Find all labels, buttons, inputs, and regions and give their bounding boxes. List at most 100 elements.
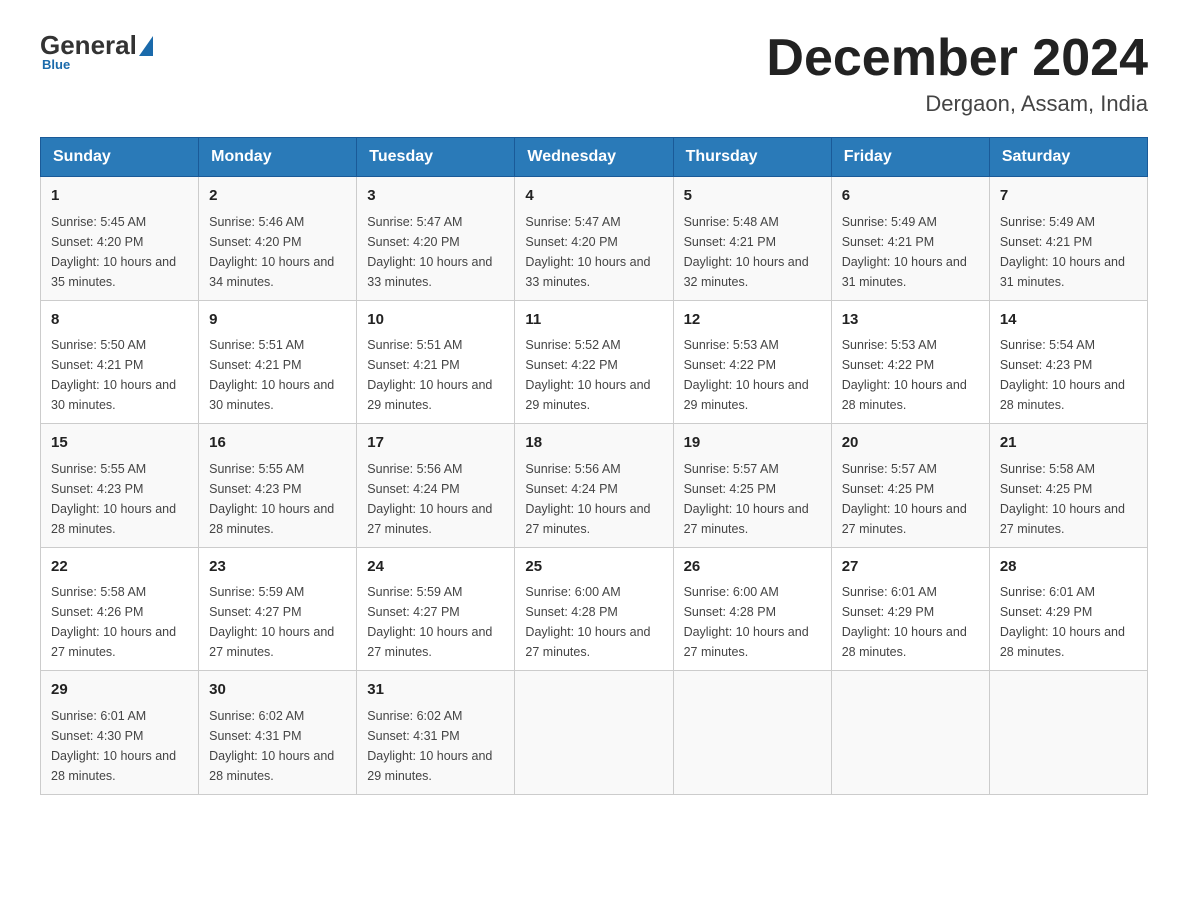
calendar-cell: 31 Sunrise: 6:02 AMSunset: 4:31 PMDayligh…: [357, 671, 515, 795]
day-number: 5: [684, 185, 821, 208]
calendar-cell: 7 Sunrise: 5:49 AMSunset: 4:21 PMDaylight…: [989, 177, 1147, 301]
day-info: Sunrise: 5:46 AMSunset: 4:20 PMDaylight:…: [209, 212, 346, 292]
day-number: 19: [684, 432, 821, 455]
day-info: Sunrise: 5:51 AMSunset: 4:21 PMDaylight:…: [367, 335, 504, 415]
day-number: 17: [367, 432, 504, 455]
calendar-cell: 14Sunrise: 5:54 AMSunset: 4:23 PMDayligh…: [989, 300, 1147, 424]
day-info: Sunrise: 5:56 AMSunset: 4:24 PMDaylight:…: [367, 459, 504, 539]
calendar-cell: 15 Sunrise: 5:55 AMSunset: 4:23 PMDayligh…: [41, 424, 199, 548]
day-number: 16: [209, 432, 346, 455]
day-info: Sunrise: 5:49 AMSunset: 4:21 PMDaylight:…: [842, 212, 979, 292]
day-info: Sunrise: 5:47 AMSunset: 4:20 PMDaylight:…: [525, 212, 662, 292]
day-info: Sunrise: 5:59 AMSunset: 4:27 PMDaylight:…: [367, 582, 504, 662]
calendar-cell: 23 Sunrise: 5:59 AMSunset: 4:27 PMDayligh…: [199, 547, 357, 671]
day-number: 1: [51, 185, 188, 208]
day-number: 29: [51, 679, 188, 702]
calendar-cell: [989, 671, 1147, 795]
calendar-cell: 21Sunrise: 5:58 AMSunset: 4:25 PMDayligh…: [989, 424, 1147, 548]
day-number: 11: [525, 309, 662, 332]
day-info: Sunrise: 5:58 AMSunset: 4:26 PMDaylight:…: [51, 582, 188, 662]
day-info: Sunrise: 5:47 AMSunset: 4:20 PMDaylight:…: [367, 212, 504, 292]
day-number: 31: [367, 679, 504, 702]
calendar-cell: 8Sunrise: 5:50 AMSunset: 4:21 PMDaylight…: [41, 300, 199, 424]
day-info: Sunrise: 6:00 AMSunset: 4:28 PMDaylight:…: [525, 582, 662, 662]
calendar-cell: 6 Sunrise: 5:49 AMSunset: 4:21 PMDaylight…: [831, 177, 989, 301]
calendar-cell: 27 Sunrise: 6:01 AMSunset: 4:29 PMDayligh…: [831, 547, 989, 671]
day-info: Sunrise: 6:00 AMSunset: 4:28 PMDaylight:…: [684, 582, 821, 662]
day-number: 22: [51, 556, 188, 579]
calendar-cell: 20 Sunrise: 5:57 AMSunset: 4:25 PMDayligh…: [831, 424, 989, 548]
day-number: 27: [842, 556, 979, 579]
calendar-week-row: 29 Sunrise: 6:01 AMSunset: 4:30 PMDayligh…: [41, 671, 1148, 795]
day-number: 28: [1000, 556, 1137, 579]
day-number: 8: [51, 309, 188, 332]
month-year-title: December 2024: [766, 30, 1148, 87]
logo-blue-text: Blue: [42, 57, 70, 72]
calendar-cell: 19 Sunrise: 5:57 AMSunset: 4:25 PMDayligh…: [673, 424, 831, 548]
logo-triangle-icon: [139, 36, 153, 56]
calendar-week-row: 22 Sunrise: 5:58 AMSunset: 4:26 PMDayligh…: [41, 547, 1148, 671]
day-number: 12: [684, 309, 821, 332]
day-info: Sunrise: 6:01 AMSunset: 4:30 PMDaylight:…: [51, 706, 188, 786]
calendar-cell: 16Sunrise: 5:55 AMSunset: 4:23 PMDayligh…: [199, 424, 357, 548]
calendar-cell: 29 Sunrise: 6:01 AMSunset: 4:30 PMDayligh…: [41, 671, 199, 795]
day-info: Sunrise: 6:02 AMSunset: 4:31 PMDaylight:…: [367, 706, 504, 786]
day-info: Sunrise: 5:48 AMSunset: 4:21 PMDaylight:…: [684, 212, 821, 292]
day-number: 10: [367, 309, 504, 332]
day-info: Sunrise: 6:02 AMSunset: 4:31 PMDaylight:…: [209, 706, 346, 786]
calendar-cell: 11 Sunrise: 5:52 AMSunset: 4:22 PMDayligh…: [515, 300, 673, 424]
calendar-cell: 4 Sunrise: 5:47 AMSunset: 4:20 PMDaylight…: [515, 177, 673, 301]
day-number: 6: [842, 185, 979, 208]
header-saturday: Saturday: [989, 138, 1147, 177]
calendar-header-row: SundayMondayTuesdayWednesdayThursdayFrid…: [41, 138, 1148, 177]
day-number: 15: [51, 432, 188, 455]
day-info: Sunrise: 5:57 AMSunset: 4:25 PMDaylight:…: [842, 459, 979, 539]
day-info: Sunrise: 5:49 AMSunset: 4:21 PMDaylight:…: [1000, 212, 1137, 292]
calendar-cell: 5 Sunrise: 5:48 AMSunset: 4:21 PMDaylight…: [673, 177, 831, 301]
header-wednesday: Wednesday: [515, 138, 673, 177]
day-number: 25: [525, 556, 662, 579]
calendar-cell: [673, 671, 831, 795]
day-info: Sunrise: 6:01 AMSunset: 4:29 PMDaylight:…: [1000, 582, 1137, 662]
calendar-cell: 18 Sunrise: 5:56 AMSunset: 4:24 PMDayligh…: [515, 424, 673, 548]
calendar-cell: 28 Sunrise: 6:01 AMSunset: 4:29 PMDayligh…: [989, 547, 1147, 671]
day-info: Sunrise: 5:59 AMSunset: 4:27 PMDaylight:…: [209, 582, 346, 662]
day-number: 9: [209, 309, 346, 332]
calendar-cell: [515, 671, 673, 795]
day-number: 18: [525, 432, 662, 455]
page-header: General Blue December 2024 Dergaon, Assa…: [40, 30, 1148, 117]
calendar-cell: 22 Sunrise: 5:58 AMSunset: 4:26 PMDayligh…: [41, 547, 199, 671]
header-tuesday: Tuesday: [357, 138, 515, 177]
day-info: Sunrise: 5:54 AMSunset: 4:23 PMDaylight:…: [1000, 335, 1137, 415]
day-number: 24: [367, 556, 504, 579]
header-monday: Monday: [199, 138, 357, 177]
calendar-cell: 1 Sunrise: 5:45 AMSunset: 4:20 PMDaylight…: [41, 177, 199, 301]
location-subtitle: Dergaon, Assam, India: [766, 91, 1148, 117]
day-info: Sunrise: 6:01 AMSunset: 4:29 PMDaylight:…: [842, 582, 979, 662]
day-number: 7: [1000, 185, 1137, 208]
day-number: 20: [842, 432, 979, 455]
title-section: December 2024 Dergaon, Assam, India: [766, 30, 1148, 117]
calendar-cell: 30 Sunrise: 6:02 AMSunset: 4:31 PMDayligh…: [199, 671, 357, 795]
day-info: Sunrise: 5:52 AMSunset: 4:22 PMDaylight:…: [525, 335, 662, 415]
calendar-cell: 10 Sunrise: 5:51 AMSunset: 4:21 PMDayligh…: [357, 300, 515, 424]
day-info: Sunrise: 5:45 AMSunset: 4:20 PMDaylight:…: [51, 212, 188, 292]
day-number: 23: [209, 556, 346, 579]
day-number: 2: [209, 185, 346, 208]
header-thursday: Thursday: [673, 138, 831, 177]
day-info: Sunrise: 5:53 AMSunset: 4:22 PMDaylight:…: [684, 335, 821, 415]
day-info: Sunrise: 5:57 AMSunset: 4:25 PMDaylight:…: [684, 459, 821, 539]
calendar-week-row: 15 Sunrise: 5:55 AMSunset: 4:23 PMDayligh…: [41, 424, 1148, 548]
day-info: Sunrise: 5:51 AMSunset: 4:21 PMDaylight:…: [209, 335, 346, 415]
day-number: 4: [525, 185, 662, 208]
day-info: Sunrise: 5:56 AMSunset: 4:24 PMDaylight:…: [525, 459, 662, 539]
day-number: 3: [367, 185, 504, 208]
calendar-cell: 24 Sunrise: 5:59 AMSunset: 4:27 PMDayligh…: [357, 547, 515, 671]
calendar-cell: 13Sunrise: 5:53 AMSunset: 4:22 PMDayligh…: [831, 300, 989, 424]
day-number: 30: [209, 679, 346, 702]
day-info: Sunrise: 5:55 AMSunset: 4:23 PMDaylight:…: [51, 459, 188, 539]
calendar-cell: 9 Sunrise: 5:51 AMSunset: 4:21 PMDaylight…: [199, 300, 357, 424]
day-number: 13: [842, 309, 979, 332]
day-number: 21: [1000, 432, 1137, 455]
logo: General Blue: [40, 30, 155, 72]
